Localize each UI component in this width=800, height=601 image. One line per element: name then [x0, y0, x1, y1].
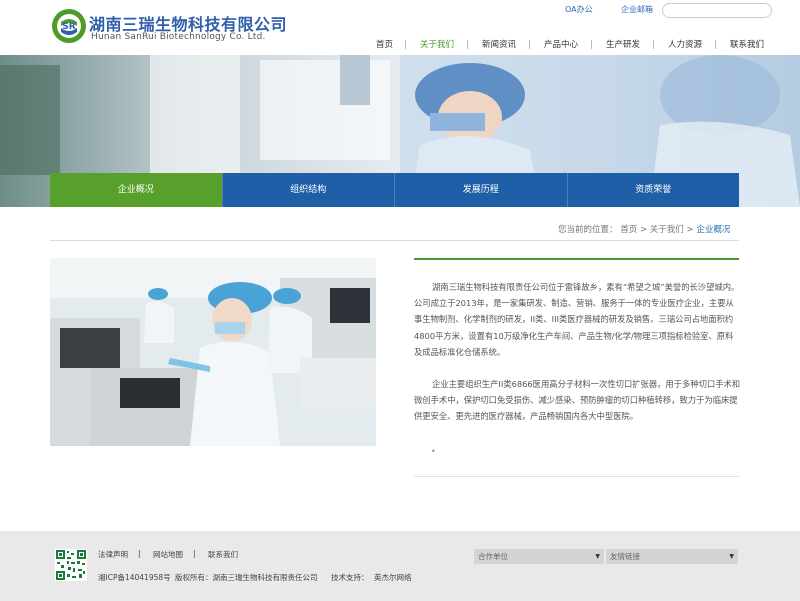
- tab-honors[interactable]: 资质荣誉: [567, 173, 739, 207]
- search-input[interactable]: [662, 3, 772, 18]
- nav-item-news[interactable]: 新闻资讯: [482, 38, 516, 50]
- nav-separator: [405, 40, 406, 49]
- breadcrumb-prefix: 您当前的位置：: [558, 225, 618, 235]
- oa-link[interactable]: OA办公: [565, 4, 593, 15]
- support-label: 技术支持：: [331, 573, 369, 582]
- nav-separator: [591, 40, 592, 49]
- friend-links-select-value: 友情链接: [610, 552, 640, 561]
- qr-code-icon: [55, 549, 87, 581]
- breadcrumb-current: 企业概况: [696, 225, 731, 235]
- dropdown-arrow-icon: ▼: [595, 553, 600, 560]
- support-link[interactable]: 英杰尔网络: [374, 572, 412, 583]
- bullet-dot: •: [431, 447, 436, 456]
- footer-link-sitemap[interactable]: 网站地图: [153, 549, 183, 560]
- logo-subtitle: Hunan SanRui Biotechnology Co. Ltd.: [91, 32, 266, 42]
- site-header: SR 湖南三瑞生物科技有限公司 Hunan SanRui Biotechnolo…: [0, 0, 800, 55]
- partner-select[interactable]: 合作单位 ▼: [474, 549, 604, 564]
- sub-nav: 企业概况 组织结构 发展历程 资质荣誉: [50, 173, 739, 207]
- partner-select-value: 合作单位: [478, 552, 508, 561]
- svg-text:SR: SR: [62, 22, 75, 32]
- footer-link-legal[interactable]: 法律声明: [98, 549, 128, 560]
- nav-item-hr[interactable]: 人力资源: [668, 38, 702, 50]
- copyright-text: 版权所有：湖南三瑞生物科技有限责任公司: [175, 573, 318, 582]
- logo[interactable]: SR 湖南三瑞生物科技有限公司 Hunan SanRui Biotechnolo…: [51, 8, 287, 48]
- lab-photo: [50, 258, 376, 446]
- tab-organization[interactable]: 组织结构: [222, 173, 395, 207]
- lab-photo-image: [50, 258, 376, 446]
- breadcrumb-home[interactable]: 首页: [620, 225, 637, 235]
- breadcrumb-about[interactable]: 关于我们: [650, 225, 684, 235]
- nav-separator: [529, 40, 530, 49]
- nav-separator: [715, 40, 716, 49]
- logo-mark-icon: SR: [52, 9, 86, 43]
- tab-company-overview[interactable]: 企业概况: [50, 173, 223, 207]
- email-link[interactable]: 企业邮箱: [621, 4, 653, 15]
- nav-item-home[interactable]: 首页: [376, 38, 393, 50]
- intro-paragraph: 湖南三瑞生物科技有限责任公司位于雷锋故乡，素有“希望之城”美誉的长沙望城内。公司…: [414, 282, 740, 357]
- content-top-line: [414, 258, 739, 260]
- nav-separator: [653, 40, 654, 49]
- nav-item-rd[interactable]: 生产研发: [606, 38, 640, 50]
- dropdown-arrow-icon: ▼: [729, 553, 734, 560]
- divider: [50, 240, 739, 241]
- breadcrumb-separator: >: [639, 225, 648, 235]
- nav-item-about[interactable]: 关于我们: [420, 38, 454, 50]
- breadcrumb: 您当前的位置： 首页 > 关于我们 > 企业概况: [558, 223, 730, 235]
- site-footer: 法律声明 | 网站地图 | 联系我们 湘ICP备14041958号 版权所有：湖…: [0, 531, 800, 601]
- friend-links-select[interactable]: 友情链接 ▼: [606, 549, 738, 564]
- nav-separator: [467, 40, 468, 49]
- footer-link-contact[interactable]: 联系我们: [208, 549, 238, 560]
- icp-number[interactable]: 湘ICP备14041958号: [98, 572, 171, 583]
- product-paragraph: 企业主要组织生产II类6866医用高分子材料一次性切口扩张器，用于多种切口手术和…: [414, 379, 741, 422]
- footer-link-separator: |: [138, 549, 141, 558]
- nav-item-products[interactable]: 产品中心: [544, 38, 578, 50]
- nav-item-contact[interactable]: 联系我们: [730, 38, 764, 50]
- tab-history[interactable]: 发展历程: [395, 173, 568, 207]
- content-bottom-line: [414, 476, 739, 477]
- footer-link-separator: |: [193, 549, 196, 558]
- breadcrumb-separator: >: [686, 225, 694, 235]
